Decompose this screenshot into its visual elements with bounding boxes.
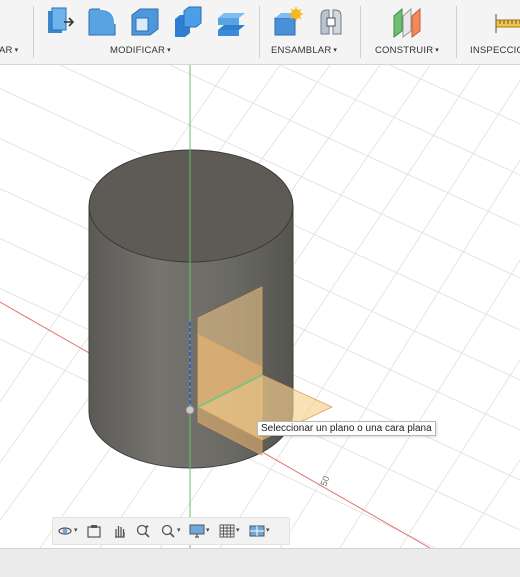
chevron-down-icon[interactable]: ▾ [74, 526, 78, 534]
navigation-bar: ▾ ▾ ▾ ▾ ▾ [52, 517, 290, 545]
combine-icon[interactable] [172, 6, 204, 38]
zoom-icon[interactable] [135, 522, 151, 540]
scene [0, 65, 520, 548]
press-pull-icon[interactable] [44, 6, 76, 38]
modify-menu[interactable]: MODIFICAR ▾ [110, 45, 171, 56]
grid-settings-icon[interactable] [219, 522, 235, 540]
fillet-icon[interactable] [86, 6, 118, 38]
chevron-down-icon: ▾ [435, 47, 439, 54]
selection-tooltip: Seleccionar un plano o una cara plana [257, 421, 436, 436]
display-settings-icon[interactable] [189, 522, 205, 540]
new-component-icon[interactable] [272, 6, 304, 38]
split-body-icon[interactable] [215, 6, 247, 38]
toolbar-divider [259, 6, 260, 58]
assemble-menu-label: ENSAMBLAR [271, 45, 332, 56]
chevron-down-icon: ▾ [14, 47, 19, 54]
look-at-icon[interactable] [86, 522, 102, 540]
zoom-window-icon[interactable] [160, 522, 176, 540]
chevron-down-icon: ▾ [167, 47, 171, 54]
chevron-down-icon: ▾ [333, 47, 338, 54]
orbit-icon[interactable] [57, 522, 73, 540]
toolbar: AR ▾ MODIFICAR ▾ ENSAMBLAR ▾ CONSTRUIR ▾… [0, 0, 520, 65]
offset-plane-icon[interactable] [391, 6, 423, 38]
toolbar-divider [360, 6, 361, 58]
modify-menu-label: MODIFICAR [110, 45, 166, 56]
measure-icon[interactable] [494, 6, 520, 38]
create-menu[interactable]: AR ▾ [0, 45, 18, 56]
toolbar-divider [33, 6, 34, 58]
create-menu-label: AR [0, 45, 13, 56]
construct-menu[interactable]: CONSTRUIR ▾ [375, 45, 439, 56]
chevron-down-icon[interactable]: ▾ [206, 526, 210, 534]
chevron-down-icon[interactable]: ▾ [266, 526, 270, 534]
shell-icon[interactable] [129, 6, 161, 38]
chevron-down-icon[interactable]: ▾ [236, 526, 240, 534]
inspect-menu-label: INSPECCIO [470, 45, 520, 56]
assemble-menu[interactable]: ENSAMBLAR ▾ [271, 45, 337, 56]
joint-icon[interactable] [315, 6, 347, 38]
inspect-menu[interactable]: INSPECCIO [470, 45, 520, 56]
status-bar [0, 548, 520, 577]
viewports-icon[interactable] [249, 522, 265, 540]
chevron-down-icon[interactable]: ▾ [177, 526, 181, 534]
toolbar-divider [456, 6, 457, 58]
construct-menu-label: CONSTRUIR [375, 45, 434, 56]
canvas-viewport[interactable]: Seleccionar un plano o una cara plana 50 [0, 65, 520, 548]
pan-icon[interactable] [111, 522, 127, 540]
origin-point[interactable] [185, 405, 195, 415]
